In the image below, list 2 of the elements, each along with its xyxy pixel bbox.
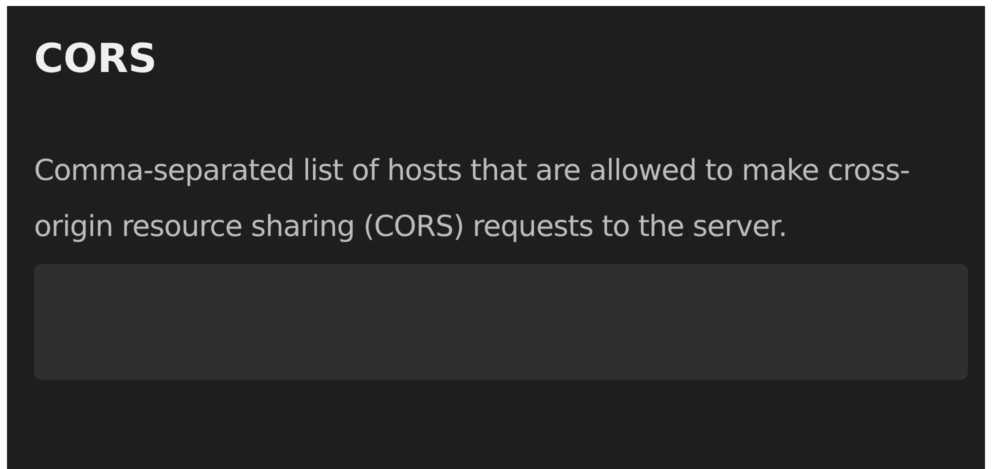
section-description: Comma-separated list of hosts that are allowed to make cross-origin resource sharing (CORS) requests to the server. — [34, 152, 911, 245]
section-title: CORS — [34, 35, 158, 84]
